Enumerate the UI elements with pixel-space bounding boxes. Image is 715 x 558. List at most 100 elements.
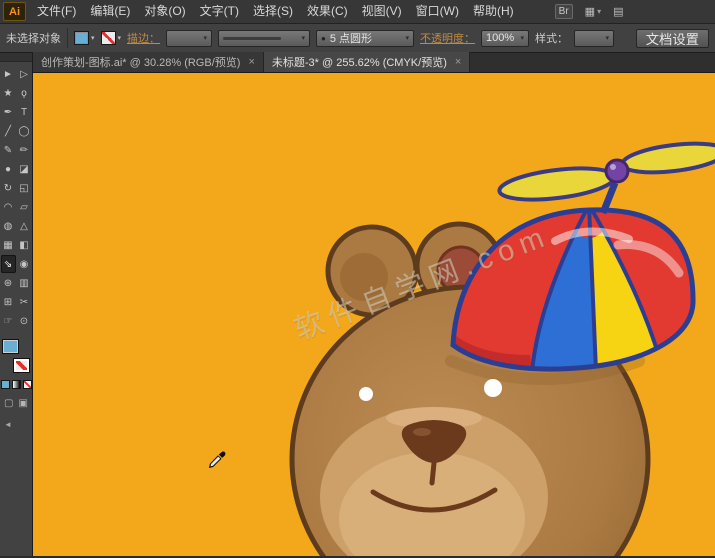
zoom-tool[interactable]: ⊙ [17,312,32,330]
color-button[interactable] [1,380,10,389]
gradient-tool[interactable]: ◧ [17,236,32,254]
style-label: 样式： [535,30,568,46]
workspace-icon: ▤ [613,5,623,18]
column-graph-tool[interactable]: ▥ [17,274,32,292]
line-segment-tool[interactable]: ╱ [1,122,16,140]
main-menu: 文件(F) 编辑(E) 对象(O) 文字(T) 选择(S) 效果(C) 视图(V… [30,0,521,24]
screen-mode-icon[interactable]: ▣ [19,398,28,409]
artboard-canvas[interactable]: 软件自学网.com [33,73,715,556]
mode-buttons: ▢ ▣ [4,398,28,409]
tab-title: 未标题-3* @ 255.62% (CMYK/预览) [272,54,447,70]
selection-status: 未选择对象 [6,30,61,46]
stroke-color-dropdown[interactable]: ▾ [101,31,122,45]
rotate-tool[interactable]: ↻ [1,179,16,197]
tab-title: 创作策划-图标.ai* @ 30.28% (RGB/预览) [41,54,240,70]
stroke-none-swatch [101,31,116,45]
fill-swatch[interactable] [2,339,19,354]
perspective-grid-tool[interactable]: △ [17,217,32,235]
document-tabbar: 创作策划-图标.ai* @ 30.28% (RGB/预览) × 未标题-3* @… [33,53,715,73]
ellipse-tool[interactable]: ◯ [17,122,32,140]
hand-tool[interactable]: ☞ [1,312,16,330]
menu-file[interactable]: 文件(F) [30,0,83,24]
fill-stroke-indicator [2,339,30,373]
control-bar: 未选择对象 ▾ ▾ 描边： ▾ ▾ ● 5 点圆形 ▾ 不透明度： 100% ▾ [0,24,715,53]
symbol-sprayer-tool[interactable]: ⊛ [1,274,16,292]
stroke-panel-link[interactable]: 描边： [127,30,160,46]
width-profile-dropdown[interactable]: ▾ [218,30,310,47]
menu-object[interactable]: 对象(O) [137,0,192,24]
chevron-down-icon: ▾ [406,34,410,42]
round-brush-icon: ● [321,34,326,43]
toolbar-collapse-icon[interactable]: ◄ [4,420,12,429]
color-mode-buttons [1,380,32,389]
menu-type[interactable]: 文字(T) [193,0,246,24]
document-setup-button[interactable]: 文档设置 [636,29,709,48]
pen-tool[interactable]: ✒ [1,103,16,121]
menu-help[interactable]: 帮助(H) [466,0,521,24]
shape-builder-tool[interactable]: ◍ [1,217,16,235]
style-dropdown[interactable]: ▾ [574,30,614,47]
illustrator-window: Ai 文件(F) 编辑(E) 对象(O) 文字(T) 选择(S) 效果(C) 视… [0,0,715,558]
slice-tool[interactable]: ✂ [17,293,32,311]
stroke-swatch-none[interactable] [13,358,30,373]
main-area: ► ▷ ★ ϙ ✒ T ╱ ◯ ✎ ✏ ● ◪ ↻ ◱ ◠ ▱ ◍ △ ▦ ◧ [0,53,715,556]
document-column: 创作策划-图标.ai* @ 30.28% (RGB/预览) × 未标题-3* @… [33,53,715,556]
chevron-down-icon: ▾ [118,34,122,42]
menubar-right-icons: Br ▦ ▾ ▤ [555,4,624,19]
document-tab-1[interactable]: 创作策划-图标.ai* @ 30.28% (RGB/预览) × [33,52,264,72]
chevron-down-icon: ▾ [606,34,610,42]
menu-effect[interactable]: 效果(C) [300,0,355,24]
eraser-tool[interactable]: ◪ [17,160,32,178]
direct-selection-tool[interactable]: ▷ [17,65,32,83]
selection-tool[interactable]: ► [1,65,16,83]
arrange-documents-icon: ▦ [585,5,595,18]
scale-tool[interactable]: ◱ [17,179,32,197]
close-icon[interactable]: × [455,56,461,68]
document-tab-2[interactable]: 未标题-3* @ 255.62% (CMYK/预览) × [264,52,470,72]
paintbrush-tool[interactable]: ✎ [1,141,16,159]
type-tool[interactable]: T [17,103,32,121]
tool-grid: ► ▷ ★ ϙ ✒ T ╱ ◯ ✎ ✏ ● ◪ ↻ ◱ ◠ ▱ ◍ △ ▦ ◧ [1,65,32,330]
bear-illustration [33,73,715,556]
blob-brush-tool[interactable]: ● [1,160,16,178]
menu-view[interactable]: 视图(V) [355,0,409,24]
close-icon[interactable]: × [248,56,254,68]
pencil-tool[interactable]: ✏ [17,141,32,159]
tools-panel: ► ▷ ★ ϙ ✒ T ╱ ◯ ✎ ✏ ● ◪ ↻ ◱ ◠ ▱ ◍ △ ▦ ◧ [0,53,33,556]
chevron-down-icon: ▾ [204,34,208,42]
fill-color-dropdown[interactable]: ▾ [74,31,95,45]
artboard-tool[interactable]: ⊞ [1,293,16,311]
stroke-weight-dropdown[interactable]: ▾ [166,30,212,47]
blend-tool[interactable]: ◉ [17,255,32,273]
menu-edit[interactable]: 编辑(E) [83,0,137,24]
width-profile-preview [223,37,281,40]
none-button[interactable] [23,380,32,389]
chevron-down-icon: ▾ [521,34,525,42]
chevron-down-icon: ▾ [597,7,601,16]
chevron-down-icon: ▾ [91,34,95,42]
arrange-documents-button[interactable]: ▦ ▾ [585,5,601,18]
opacity-panel-link[interactable]: 不透明度： [420,30,475,46]
width-tool[interactable]: ◠ [1,198,16,216]
menu-window[interactable]: 窗口(W) [409,0,466,24]
brush-definition-dropdown[interactable]: ● 5 点圆形 ▾ [316,30,414,47]
lasso-tool[interactable]: ϙ [17,84,32,102]
tools-panel-header[interactable] [0,53,32,62]
magic-wand-tool[interactable]: ★ [1,84,16,102]
divider [67,28,68,48]
draw-mode-icon[interactable]: ▢ [4,398,13,409]
menubar: Ai 文件(F) 编辑(E) 对象(O) 文字(T) 选择(S) 效果(C) 视… [0,0,715,24]
workspace-switcher-button[interactable]: ▤ [613,5,623,18]
gradient-button[interactable] [12,380,21,389]
free-transform-tool[interactable]: ▱ [17,198,32,216]
chevron-down-icon: ▾ [302,34,306,42]
fill-color-swatch [74,31,89,45]
app-logo-ai: Ai [3,2,26,21]
opacity-dropdown[interactable]: 100% ▾ [481,30,529,47]
menu-select[interactable]: 选择(S) [246,0,300,24]
bridge-button[interactable]: Br [555,4,573,19]
mesh-tool[interactable]: ▦ [1,236,16,254]
eyedropper-cursor [208,451,226,469]
brush-name: 5 点圆形 [330,30,372,46]
eyedropper-tool[interactable]: ⇘ [1,255,16,273]
